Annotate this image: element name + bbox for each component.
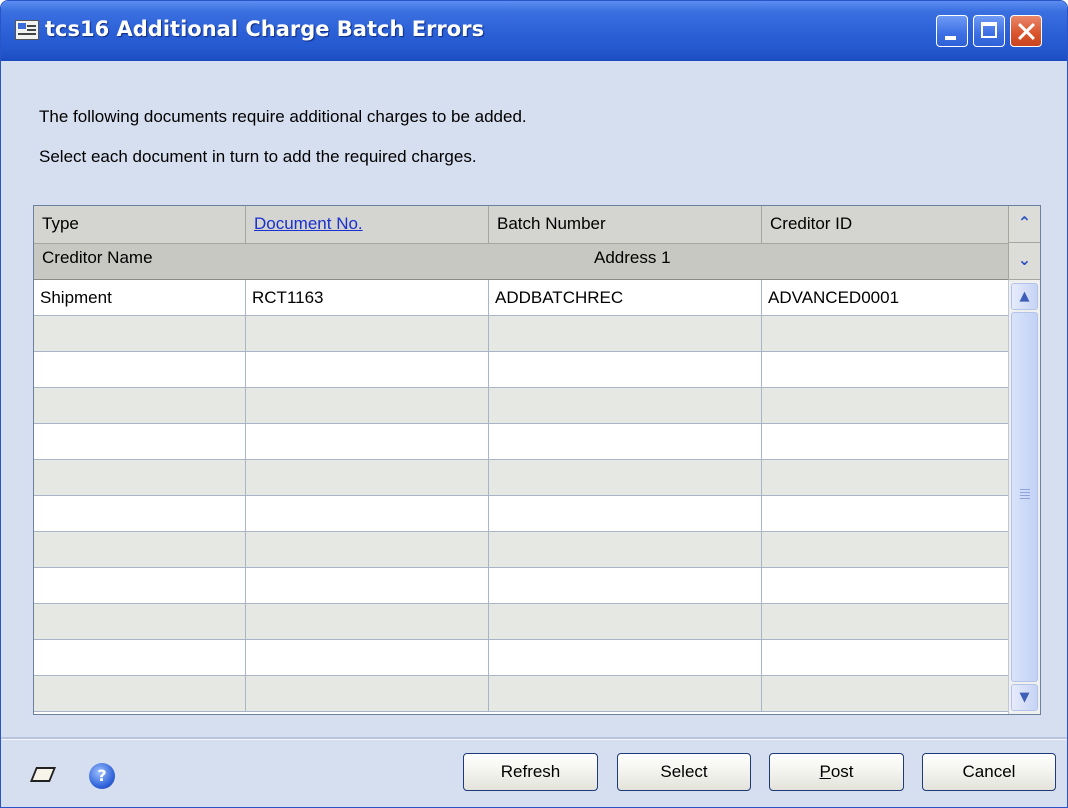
table-row[interactable] [34,676,1008,712]
minimize-button[interactable] [936,15,968,47]
table-cell[interactable] [762,424,1008,459]
table-cell[interactable] [489,316,762,351]
table-cell[interactable]: RCT1163 [246,280,489,315]
table-cell[interactable] [762,640,1008,675]
table-row[interactable] [34,568,1008,604]
table-cell[interactable] [489,640,762,675]
scroll-up-icon[interactable]: ▲ [1011,283,1038,310]
table-row[interactable] [34,388,1008,424]
table-cell[interactable] [34,424,246,459]
table-cell[interactable] [246,460,489,495]
table-row[interactable] [34,532,1008,568]
table-row[interactable] [34,316,1008,352]
table-cell[interactable]: Shipment [34,280,246,315]
window-title: tcs16 Additional Charge Batch Errors [45,17,485,41]
refresh-button[interactable]: Refresh [463,753,598,791]
column-header-batch-number: Batch Number [489,206,762,243]
table-cell[interactable] [34,676,246,711]
table-cell[interactable] [34,496,246,531]
bottom-divider [1,737,1067,740]
note-icon[interactable] [29,763,57,787]
table-cell[interactable] [246,424,489,459]
table-cell[interactable] [246,532,489,567]
grid-header-row-2: Creditor Name Address 1 [34,244,1008,280]
column-header-creditor-name: Creditor Name [42,248,153,267]
table-cell[interactable] [762,604,1008,639]
close-button[interactable] [1010,15,1042,47]
additional-charge-batch-errors-window: tcs16 Additional Charge Batch Errors The… [0,0,1068,808]
table-cell[interactable] [246,604,489,639]
table-cell[interactable] [246,496,489,531]
table-cell[interactable] [489,352,762,387]
document-no-sort-link[interactable]: Document No. [254,214,363,233]
grid-header-row: Type Document No. Batch Number Creditor … [34,206,1008,244]
column-header-creditor-id: Creditor ID [770,214,853,233]
cancel-button[interactable]: Cancel [922,753,1056,791]
scroll-down-icon[interactable]: ▼ [1011,684,1038,711]
scroll-grip-icon [1020,489,1030,501]
scrollbar-thumb[interactable] [1011,312,1038,682]
table-cell[interactable] [34,640,246,675]
table-cell[interactable] [489,532,762,567]
select-button[interactable]: Select [617,753,751,791]
window-app-icon [15,20,39,40]
table-cell[interactable] [34,532,246,567]
column-header-type: Type [34,206,246,243]
table-cell[interactable] [762,676,1008,711]
table-cell[interactable] [489,460,762,495]
table-cell[interactable]: ADVANCED0001 [762,280,1008,315]
table-cell[interactable] [34,316,246,351]
table-cell[interactable] [34,460,246,495]
instruction-line-1: The following documents require addition… [39,107,527,126]
instruction-line-2: Select each document in turn to add the … [39,147,477,166]
table-cell[interactable] [246,388,489,423]
table-row[interactable] [34,460,1008,496]
collapse-rows-icon[interactable]: ⌃ [1008,206,1040,243]
help-icon[interactable]: ? [89,763,115,789]
table-cell[interactable]: ADDBATCHREC [489,280,762,315]
table-cell[interactable] [762,568,1008,603]
table-cell[interactable] [489,388,762,423]
table-cell[interactable] [489,604,762,639]
table-row[interactable] [34,496,1008,532]
table-cell[interactable] [762,460,1008,495]
table-cell[interactable] [762,496,1008,531]
table-cell[interactable] [34,352,246,387]
table-cell[interactable] [762,316,1008,351]
table-cell[interactable] [762,532,1008,567]
table-row[interactable] [34,424,1008,460]
post-button[interactable]: Post [769,753,904,791]
table-cell[interactable] [489,676,762,711]
expand-rows-icon[interactable]: ⌄ [1008,243,1040,280]
table-cell[interactable] [762,388,1008,423]
table-cell[interactable] [34,604,246,639]
table-cell[interactable] [34,568,246,603]
table-row[interactable] [34,352,1008,388]
table-cell[interactable] [34,388,246,423]
table-row[interactable]: Shipment RCT1163 ADDBATCHREC ADVANCED0001 [34,280,1008,316]
table-cell[interactable] [489,496,762,531]
table-cell[interactable] [246,568,489,603]
vertical-scrollbar[interactable]: ▲ ▼ [1008,280,1040,714]
post-label-rest: ost [830,762,854,781]
table-cell[interactable] [246,640,489,675]
table-cell[interactable] [762,352,1008,387]
title-bar[interactable]: tcs16 Additional Charge Batch Errors [1,1,1067,61]
documents-grid: Type Document No. Batch Number Creditor … [33,205,1041,715]
table-cell[interactable] [489,424,762,459]
table-row[interactable] [34,640,1008,676]
table-cell[interactable] [246,352,489,387]
table-row[interactable] [34,604,1008,640]
post-accelerator: P [819,762,831,781]
table-cell[interactable] [246,316,489,351]
table-cell[interactable] [489,568,762,603]
maximize-button[interactable] [973,15,1005,47]
table-cell[interactable] [246,676,489,711]
column-header-address-1: Address 1 [594,248,671,267]
column-header-document-no[interactable]: Document No. [246,206,489,243]
